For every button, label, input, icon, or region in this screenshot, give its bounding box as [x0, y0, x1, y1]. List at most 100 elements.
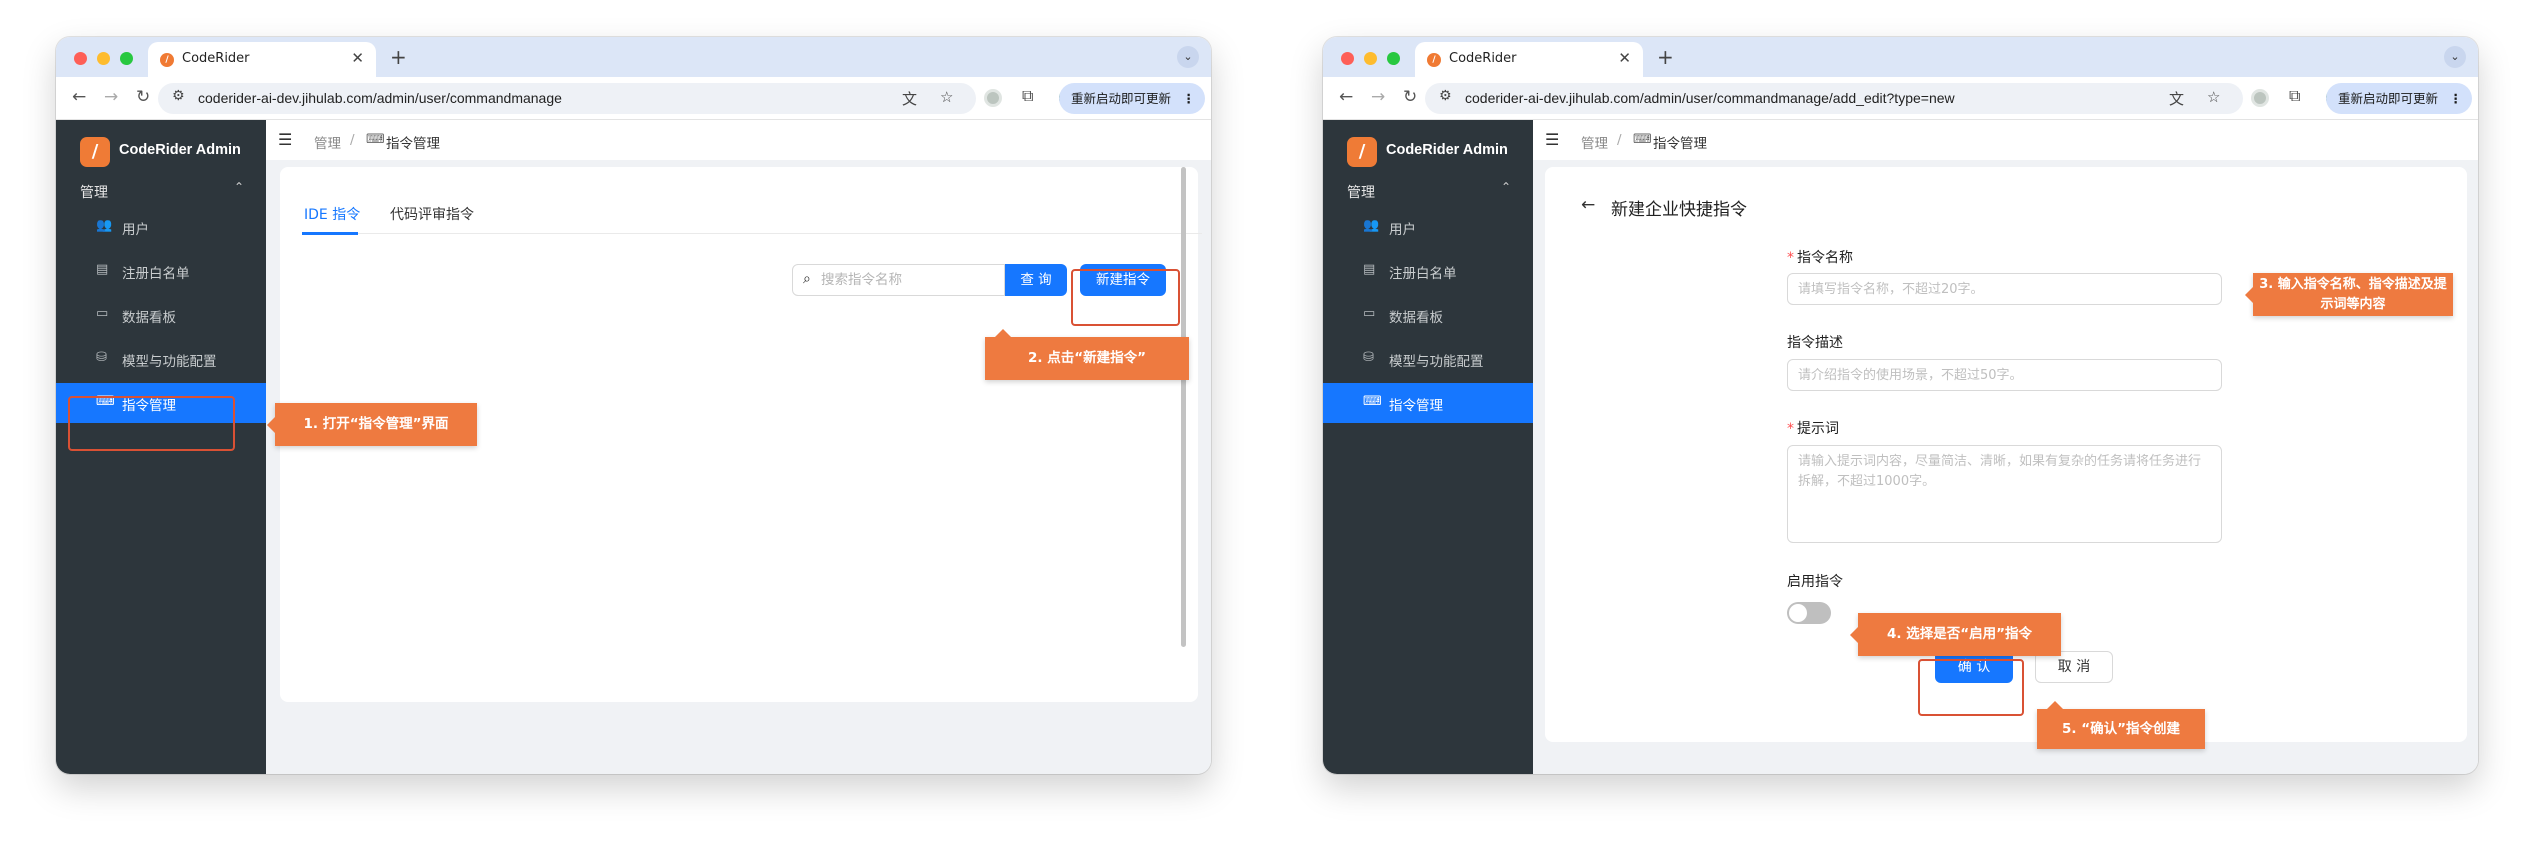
sidebar-item-users[interactable]: 👥 用户 [56, 207, 266, 247]
tab-search-chevron-down-icon[interactable]: ⌄ [2444, 46, 2466, 68]
url-field[interactable]: ⚙ coderider-ai-dev.jihulab.com/admin/use… [1425, 83, 2243, 114]
query-button[interactable]: 查 询 [1005, 264, 1067, 296]
coderider-favicon-icon: / [1427, 53, 1441, 67]
highlight-box-new-button [1071, 269, 1180, 326]
reload-icon[interactable]: ↻ [136, 87, 150, 107]
prompt-textarea[interactable] [1787, 445, 2222, 543]
search-icon: ⌕ [803, 271, 811, 287]
menu-fold-icon[interactable]: ☰ [1545, 130, 1559, 149]
sidebar-item-model-config[interactable]: ⛁ 模型与功能配置 [1323, 339, 1533, 379]
chevron-up-icon[interactable]: ⌃ [234, 180, 244, 194]
minimize-window-button[interactable] [97, 52, 110, 65]
enable-label: 启用指令 [1787, 574, 1843, 590]
tab-review-command[interactable]: 代码评审指令 [390, 204, 474, 224]
maximize-window-button[interactable] [120, 52, 133, 65]
command-icon: ⌨ [366, 132, 385, 147]
sidebar-item-dashboard[interactable]: ▭ 数据看板 [56, 295, 266, 335]
forward-arrow-icon[interactable]: → [104, 87, 118, 107]
browser-tab[interactable]: / CodeRider ✕ [148, 42, 376, 77]
form-title: 新建企业快捷指令 [1611, 200, 1747, 220]
tab-search-chevron-down-icon[interactable]: ⌄ [1177, 46, 1199, 68]
breadcrumb: ☰ 管理 / ⌨ 指令管理 [266, 120, 1211, 160]
callout-step1: 1. 打开“指令管理”界面 [267, 403, 477, 446]
breadcrumb-command: 指令管理 [386, 136, 440, 152]
bookmark-star-icon[interactable]: ☆ [2207, 88, 2220, 106]
callout-step2: 2. 点击“新建指令” [985, 329, 1189, 380]
back-arrow-icon[interactable]: ← [72, 87, 86, 107]
url-text: coderider-ai-dev.jihulab.com/admin/user/… [198, 90, 562, 106]
coderider-favicon-icon: / [160, 53, 174, 67]
tab-title: CodeRider [182, 51, 250, 66]
dashboard-icon: ▭ [1363, 306, 1376, 321]
address-bar-row: ← → ↻ ⚙ coderider-ai-dev.jihulab.com/adm… [56, 77, 1211, 120]
scrollbar[interactable] [1181, 167, 1186, 647]
new-tab-icon[interactable]: + [1657, 45, 1674, 69]
browser-tab[interactable]: / CodeRider ✕ [1415, 42, 1643, 77]
more-menu-icon: ⋮ [1182, 91, 1196, 106]
highlight-box-confirm-button [1918, 659, 2024, 716]
extension-icon[interactable] [2251, 89, 2269, 107]
sidebar-item-dashboard[interactable]: ▭ 数据看板 [1323, 295, 1533, 335]
window-controls [1341, 52, 1400, 65]
close-window-button[interactable] [1341, 52, 1354, 65]
tab-ide-command[interactable]: IDE 指令 [304, 204, 360, 224]
minimize-window-button[interactable] [1364, 52, 1377, 65]
dashboard-icon: ▭ [96, 306, 109, 321]
close-tab-icon[interactable]: ✕ [1618, 49, 1631, 67]
extensions-puzzle-icon[interactable]: ⧉ [1022, 86, 1033, 106]
tab-bar: / CodeRider ✕ + ⌄ [1323, 37, 2478, 77]
users-icon: 👥 [1363, 218, 1380, 233]
close-tab-icon[interactable]: ✕ [351, 49, 364, 67]
site-info-icon[interactable]: ⚙ [1439, 88, 1452, 104]
sidebar-item-whitelist[interactable]: ▤ 注册白名单 [56, 251, 266, 291]
sidebar-item-users[interactable]: 👥 用户 [1323, 207, 1533, 247]
model-config-icon: ⛁ [1363, 350, 1374, 365]
callout-step3: 3. 输入指令名称、指令描述及提 示词等内容 [2245, 273, 2453, 316]
search-input[interactable] [821, 270, 997, 290]
menu-group-manage[interactable]: 管理 [80, 182, 108, 202]
site-info-icon[interactable]: ⚙ [172, 88, 185, 104]
menu-fold-icon[interactable]: ☰ [278, 130, 292, 149]
update-button[interactable]: 重新启动即可更新 ⋮ [2326, 83, 2472, 114]
whitelist-icon: ▤ [1363, 262, 1376, 277]
forward-arrow-icon[interactable]: → [1371, 87, 1385, 107]
model-config-icon: ⛁ [96, 350, 107, 365]
extensions-puzzle-icon[interactable]: ⧉ [2289, 86, 2300, 106]
back-arrow-icon[interactable]: ← [1339, 87, 1353, 107]
sidebar-item-model-config[interactable]: ⛁ 模型与功能配置 [56, 339, 266, 379]
search-field[interactable]: ⌕ [792, 264, 1005, 296]
more-menu-icon: ⋮ [2449, 91, 2463, 106]
url-text: coderider-ai-dev.jihulab.com/admin/user/… [1465, 90, 1955, 106]
breadcrumb-command: 指令管理 [1653, 136, 1707, 152]
update-button[interactable]: 重新启动即可更新 ⋮ [1059, 83, 1205, 114]
extension-icon[interactable] [984, 89, 1002, 107]
back-arrow-icon[interactable]: ← [1581, 195, 1595, 215]
menu-group-manage[interactable]: 管理 [1347, 182, 1375, 202]
tab-bar: / CodeRider ✕ + ⌄ [56, 37, 1211, 77]
url-field[interactable]: ⚙ coderider-ai-dev.jihulab.com/admin/use… [158, 83, 976, 114]
bookmark-star-icon[interactable]: ☆ [940, 88, 953, 106]
maximize-window-button[interactable] [1387, 52, 1400, 65]
window-controls [74, 52, 133, 65]
breadcrumb-manage[interactable]: 管理 [314, 132, 341, 152]
chevron-up-icon[interactable]: ⌃ [1501, 180, 1511, 194]
sidebar-item-whitelist[interactable]: ▤ 注册白名单 [1323, 251, 1533, 291]
sidebar-item-command[interactable]: ⌨ 指令管理 [1323, 383, 1533, 423]
callout-step4: 4. 选择是否“启用”指令 [1850, 613, 2061, 656]
enable-toggle[interactable] [1787, 602, 1831, 624]
name-input[interactable] [1787, 273, 2222, 305]
command-icon: ⌨ [1633, 132, 1652, 147]
desc-input[interactable] [1787, 359, 2222, 391]
address-bar-row: ← → ↻ ⚙ coderider-ai-dev.jihulab.com/adm… [1323, 77, 2478, 120]
brand-name: CodeRider Admin [1386, 142, 1508, 158]
reload-icon[interactable]: ↻ [1403, 87, 1417, 107]
breadcrumb-manage[interactable]: 管理 [1581, 132, 1608, 152]
new-tab-icon[interactable]: + [390, 45, 407, 69]
sidebar: / CodeRider Admin 管理 ⌃ 👥 用户 ▤ 注册白名单 ▭ 数据看板 … [1323, 120, 1533, 774]
callout-step5: 5. “确认”指令创建 [2037, 701, 2205, 749]
translate-icon[interactable]: 文 [902, 88, 917, 109]
close-window-button[interactable] [74, 52, 87, 65]
coderider-logo-icon: / [1347, 137, 1377, 167]
users-icon: 👥 [96, 218, 113, 233]
translate-icon[interactable]: 文 [2169, 88, 2184, 109]
